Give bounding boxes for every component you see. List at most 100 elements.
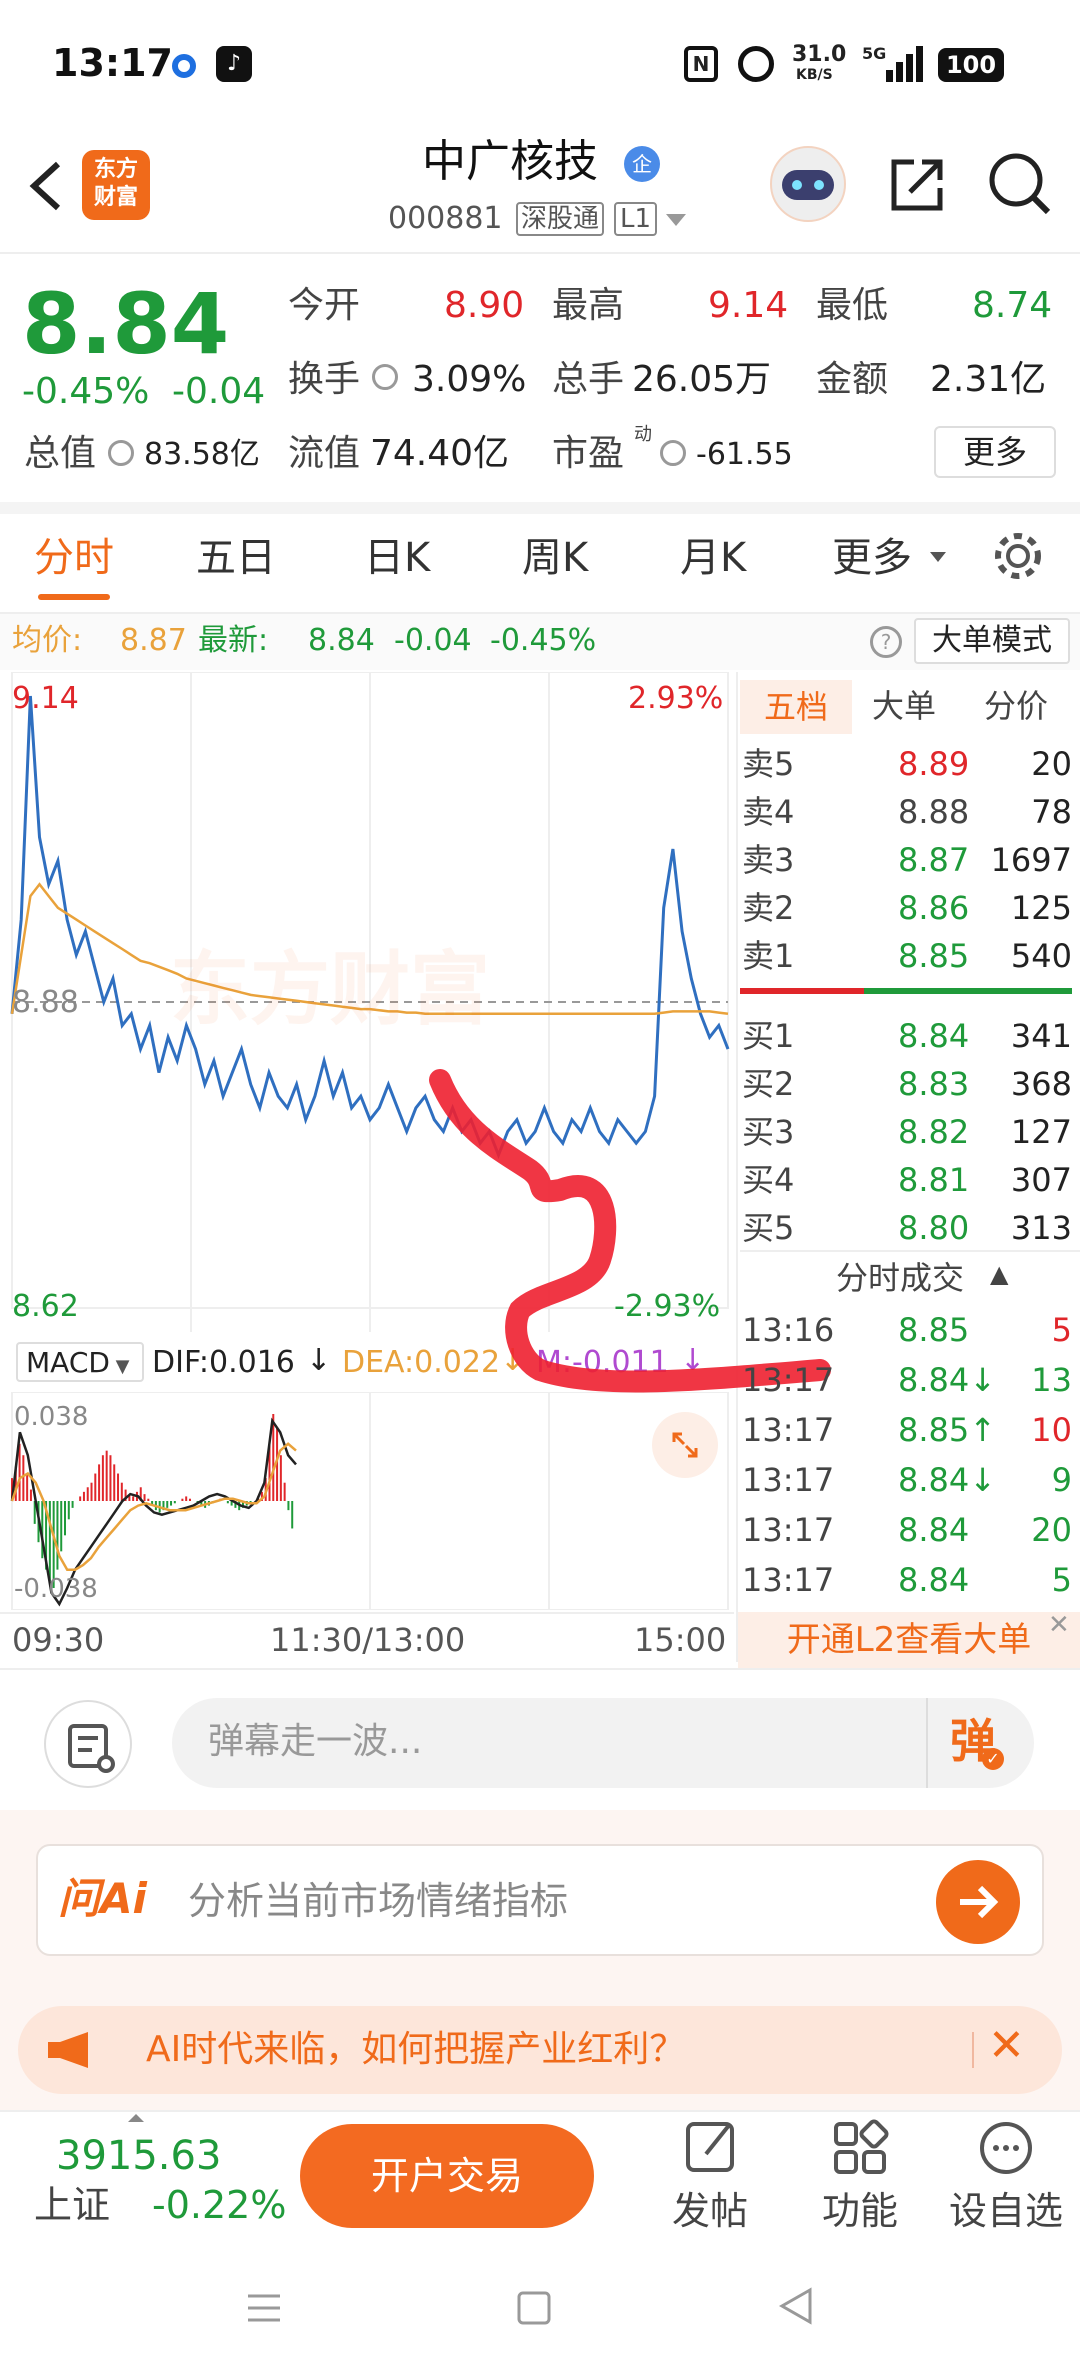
big-order-mode-button[interactable]: 大单模式 (914, 618, 1070, 664)
ask-volume: 1697 (990, 841, 1072, 879)
ask-volume: 20 (1031, 745, 1072, 783)
tab-monthly-k[interactable]: 月K (680, 538, 746, 578)
logo-line1: 东方 (93, 157, 138, 182)
ask-price: 8.89 (898, 745, 970, 783)
tick-volume: 10 (1031, 1411, 1072, 1449)
latest-value: 8.84 (308, 623, 375, 658)
signal-icon (880, 46, 926, 82)
tick-row: 13:17 8.85↑ 10 (740, 1406, 1076, 1454)
ask-row[interactable]: 卖5 8.89 20 (740, 740, 1076, 786)
more-circle-icon (980, 2122, 1032, 2174)
tab-five-day[interactable]: 五日 (196, 538, 276, 578)
float-label: 流值 (288, 433, 361, 474)
macd-chart[interactable] (0, 1392, 734, 1610)
low-label: 最低 (816, 285, 889, 326)
ai-prompt-box[interactable]: 问Ai 分析当前市场情绪指标 (36, 1844, 1044, 1956)
market-badge: 深股通 (516, 202, 605, 236)
macd-y-top: 0.038 (14, 1402, 89, 1432)
help-icon[interactable]: ? (870, 626, 902, 658)
info-circle-icon[interactable] (108, 440, 134, 466)
net-speed-unit: KB/S (796, 67, 833, 83)
tick-volume: 20 (1031, 1511, 1072, 1549)
macd-dif: DIF:0.016 (152, 1345, 295, 1380)
tab-weekly-k[interactable]: 周K (522, 538, 588, 578)
indicator-select[interactable]: MACD ▼ (16, 1342, 144, 1382)
ask-row[interactable]: 卖4 8.88 78 (740, 788, 1076, 834)
bid-row[interactable]: 买4 8.81 307 (740, 1156, 1076, 1202)
bid-level-label: 买4 (742, 1161, 795, 1199)
info-circle-icon[interactable] (660, 440, 686, 466)
l2-banner[interactable]: 开通L2查看大单 (738, 1612, 1080, 1668)
notice-bar[interactable]: AI时代来临，如何把握产业红利？ ✕ (18, 2006, 1062, 2094)
volume-value: 26.05万 (632, 359, 772, 400)
bid-row[interactable]: 买5 8.80 313 (740, 1204, 1076, 1250)
divider (0, 252, 1080, 254)
turnover-label: 换手 (288, 359, 361, 400)
logo-line2: 财富 (93, 185, 138, 210)
share-icon (891, 159, 943, 211)
ask-price: 8.85 (898, 937, 970, 975)
arrow-right-button[interactable] (936, 1860, 1020, 1944)
dropdown-icon[interactable] (666, 214, 686, 226)
turnover-value: 3.09% (412, 359, 527, 400)
tick-trades-title[interactable]: 分时成交 (836, 1262, 964, 1294)
function-button[interactable]: 功能 (810, 2114, 910, 2244)
open-label: 今开 (288, 285, 361, 326)
ask-row[interactable]: 卖1 8.85 540 (740, 932, 1076, 978)
watermark: 东方财富 (170, 943, 490, 1036)
open-account-trade-button[interactable]: 开户交易 (300, 2124, 594, 2228)
ask-volume: 78 (1031, 793, 1072, 831)
amount-value: 2.31亿 (930, 359, 1047, 400)
ask-volume: 540 (1010, 937, 1072, 975)
home-nav-icon[interactable] (514, 2288, 554, 2328)
tick-row: 13:17 8.84 20 (740, 1506, 1076, 1554)
divider (0, 1612, 734, 1614)
post-button[interactable]: 发帖 (660, 2114, 760, 2244)
add-watchlist-button[interactable]: 设自选 (944, 2114, 1068, 2244)
latest-change: -0.04 (394, 623, 472, 658)
expand-button[interactable] (652, 1412, 718, 1478)
share-button[interactable] (884, 152, 950, 218)
bid-row[interactable]: 买3 8.82 127 (740, 1108, 1076, 1154)
settings-button[interactable] (990, 528, 1046, 584)
tick-row: 13:17 8.84↓ 9 (740, 1456, 1076, 1504)
post-label: 发帖 (671, 2189, 748, 2233)
tick-time: 13:16 (742, 1311, 835, 1349)
close-icon[interactable]: ✕ (1048, 1612, 1070, 1638)
tab-intraday[interactable]: 分时 (34, 538, 114, 578)
tiktok-icon: ♪ (216, 46, 252, 82)
mktcap-value: 83.58亿 (144, 437, 260, 472)
more-button[interactable]: 更多 (934, 426, 1056, 478)
tab-price-volume[interactable]: 分价 (984, 690, 1048, 722)
index-value[interactable]: 3915.63 (56, 2136, 221, 2176)
back-nav-icon[interactable] (776, 2286, 816, 2326)
back-button[interactable] (22, 156, 72, 216)
ask-price: 8.86 (898, 889, 970, 927)
tab-big-order[interactable]: 大单 (872, 690, 936, 722)
pe-value: -61.55 (696, 437, 793, 472)
close-icon[interactable]: ✕ (988, 2024, 1025, 2068)
danmu-settings-icon (68, 1724, 115, 1773)
caret-up-icon: ▲ (990, 1260, 1009, 1288)
robot-avatar-icon[interactable] (770, 146, 846, 222)
volume-label: 总手 (552, 359, 625, 400)
bid-volume: 341 (1010, 1017, 1072, 1055)
tick-volume: 13 (1031, 1361, 1072, 1399)
info-circle-icon[interactable] (372, 364, 398, 390)
search-button[interactable] (986, 150, 1054, 218)
index-name: 上证 (34, 2183, 111, 2227)
tab-daily-k[interactable]: 日K (364, 538, 430, 578)
bid-row[interactable]: 买2 8.83 368 (740, 1060, 1076, 1106)
comment-settings-button[interactable] (44, 1700, 132, 1788)
gear-icon (995, 533, 1041, 579)
eastmoney-logo[interactable]: 东方 财富 (82, 150, 150, 220)
ask-row[interactable]: 卖3 8.87 1697 (740, 836, 1076, 882)
current-price: 8.84 (22, 275, 230, 373)
bid-level-label: 买5 (742, 1209, 795, 1247)
tab-five-levels[interactable]: 五档 (740, 680, 852, 734)
menu-nav-icon[interactable] (244, 2288, 284, 2328)
comment-input[interactable]: 弹幕走一波... 弹 ✓ (172, 1698, 1034, 1788)
ask-row[interactable]: 卖2 8.86 125 (740, 884, 1076, 930)
bid-row[interactable]: 买1 8.84 341 (740, 1012, 1076, 1058)
tab-more[interactable]: 更多 (832, 538, 912, 578)
